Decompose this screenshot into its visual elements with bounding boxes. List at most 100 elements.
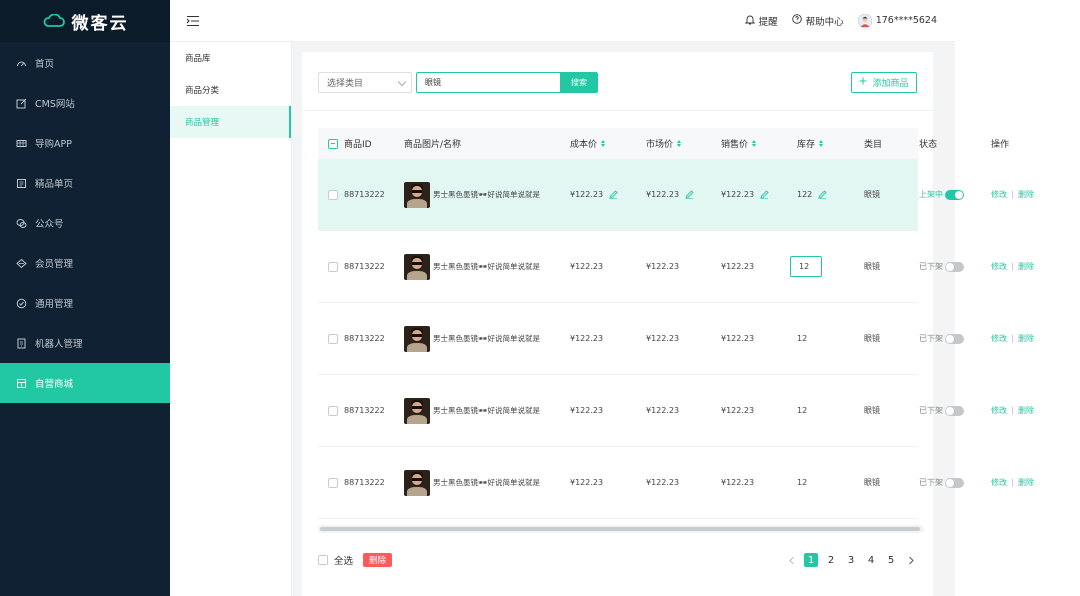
product-thumbnail [404,253,430,280]
stock-input[interactable]: 12 [790,256,822,277]
delete-link[interactable]: 删除 [1018,261,1034,272]
pencil-icon[interactable] [685,190,694,199]
reminder-button[interactable]: 提醒 [744,14,778,28]
status-toggle[interactable] [945,189,964,200]
horizontal-scrollbar[interactable] [318,525,924,533]
op-divider [1012,262,1013,271]
edit-link[interactable]: 修改 [991,477,1007,488]
sidebar: 微客云 首页 CMS网站导购APP 精品单页 公众号 会员管理 通用管理 机器人管理 自营商城 [0,0,170,596]
op-divider [1012,406,1013,415]
submenu: 商品库 商品分类 商品管理 [170,42,292,596]
row-checkbox[interactable] [328,477,338,488]
top-header: 提醒 帮助中心 176****5624 [170,0,955,42]
add-product-button[interactable]: 添加商品 [851,72,917,93]
logo: 微客云 [0,0,170,42]
sidebar-item-8[interactable]: 自营商城 [0,363,170,403]
sidebar-item-6[interactable]: 通用管理 [0,283,170,323]
sidebar-item-3[interactable]: 精品单页 [0,163,170,203]
status-toggle[interactable] [945,261,964,272]
col-category: 类目 [864,140,883,150]
submenu-item-0[interactable]: 商品库 [170,42,291,74]
dashboard-icon [16,58,27,69]
product-table: 商品ID 商品图片/名称 成本价 市场价 销售价 库存 类目 状态 操作 887… [318,128,1034,519]
status-toggle[interactable] [945,477,964,488]
header-checkbox[interactable] [328,138,338,149]
sale-price: ¥122.23 [721,262,755,271]
product-name: 男士黑色墨镜🕶好说简单说就是 [433,262,541,271]
category-select[interactable]: 选择类目 [318,72,412,93]
pencil-icon[interactable] [760,190,769,199]
sidebar-item-1[interactable]: CMS网站 [0,83,170,123]
search-input[interactable] [416,72,560,93]
page-2[interactable]: 2 [824,553,838,567]
reminder-label: 提醒 [758,16,778,28]
next-page-icon[interactable] [904,553,918,567]
bell-icon [744,14,755,28]
sidebar-item-0[interactable]: 首页 [0,43,170,83]
col-ops: 操作 [991,140,1010,150]
sidebar-item-label: CMS网站 [35,99,75,110]
search-button[interactable]: 搜索 [560,72,598,93]
page-5[interactable]: 5 [884,553,898,567]
select-all[interactable]: 全选 [318,553,353,567]
sidebar-item-2[interactable]: 导购APP [0,123,170,163]
row-checkbox[interactable] [328,405,338,416]
col-market[interactable]: 市场价 [646,128,682,159]
prev-page-icon[interactable] [784,553,798,567]
edit-link[interactable]: 修改 [991,189,1007,200]
user-menu[interactable]: 176****5624 [857,13,937,28]
avatar [857,13,872,28]
page-4[interactable]: 4 [864,553,878,567]
cost-price: ¥122.23 [570,190,604,199]
op-divider [1012,478,1013,487]
delete-link[interactable]: 删除 [1018,333,1034,344]
product-name: 男士黑色墨镜🕶好说简单说就是 [433,334,541,343]
sidebar-item-4[interactable]: 公众号 [0,203,170,243]
product-name: 男士黑色墨镜🕶好说简单说就是 [433,406,541,415]
stock-value: 12 [797,334,808,343]
pencil-icon[interactable] [609,190,618,199]
submenu-item-1[interactable]: 商品分类 [170,74,291,106]
table-row: 88713222 男士黑色墨镜🕶好说简单说就是 ¥122.23 ¥122.23 ¥122… [318,159,1034,231]
sidebar-item-5[interactable]: 会员管理 [0,243,170,283]
product-category: 眼镜 [864,334,880,343]
delete-link[interactable]: 删除 [1018,189,1034,200]
status-toggle[interactable] [945,405,964,416]
help-center-button[interactable]: 帮助中心 [791,14,844,28]
page-1[interactable]: 1 [804,553,818,567]
op-divider [1012,334,1013,343]
row-checkbox[interactable] [328,261,338,272]
col-cost[interactable]: 成本价 [570,128,606,159]
col-stock[interactable]: 库存 [797,128,824,159]
sidebar-item-7[interactable]: 机器人管理 [0,323,170,363]
pencil-icon[interactable] [818,190,827,199]
stock-value: 12 [797,406,808,415]
table-header: 商品ID 商品图片/名称 成本价 市场价 销售价 库存 类目 状态 操作 [318,128,1009,159]
page-3[interactable]: 3 [844,553,858,567]
help-label: 帮助中心 [805,16,844,28]
row-checkbox[interactable] [328,189,338,200]
scrollbar-thumb[interactable] [320,527,920,531]
select-all-checkbox[interactable] [318,555,328,565]
edit-link[interactable]: 修改 [991,333,1007,344]
table-row: 88713222 男士黑色墨镜🕶好说简单说就是 ¥122.23 ¥122.23 ¥122… [318,303,1034,375]
sort-icon [601,140,606,147]
plus-icon [859,77,867,88]
col-sale[interactable]: 销售价 [721,128,757,159]
cost-price: ¥122.23 [570,334,604,343]
menu-fold-icon[interactable] [186,15,200,27]
edit-link[interactable]: 修改 [991,405,1007,416]
status-text: 上架中 [919,190,943,199]
cost-price: ¥122.23 [570,478,604,487]
delete-link[interactable]: 删除 [1018,405,1034,416]
batch-delete-button[interactable]: 删除 [363,553,393,567]
status-toggle[interactable] [945,333,964,344]
submenu-item-2[interactable]: 商品管理 [170,106,291,138]
row-checkbox[interactable] [328,333,338,344]
delete-link[interactable]: 删除 [1018,477,1034,488]
toolbar: 选择类目 搜索 添加商品 [318,72,918,94]
cart-icon [16,138,27,149]
sale-price: ¥122.23 [721,334,755,343]
product-category: 眼镜 [864,190,880,199]
edit-link[interactable]: 修改 [991,261,1007,272]
